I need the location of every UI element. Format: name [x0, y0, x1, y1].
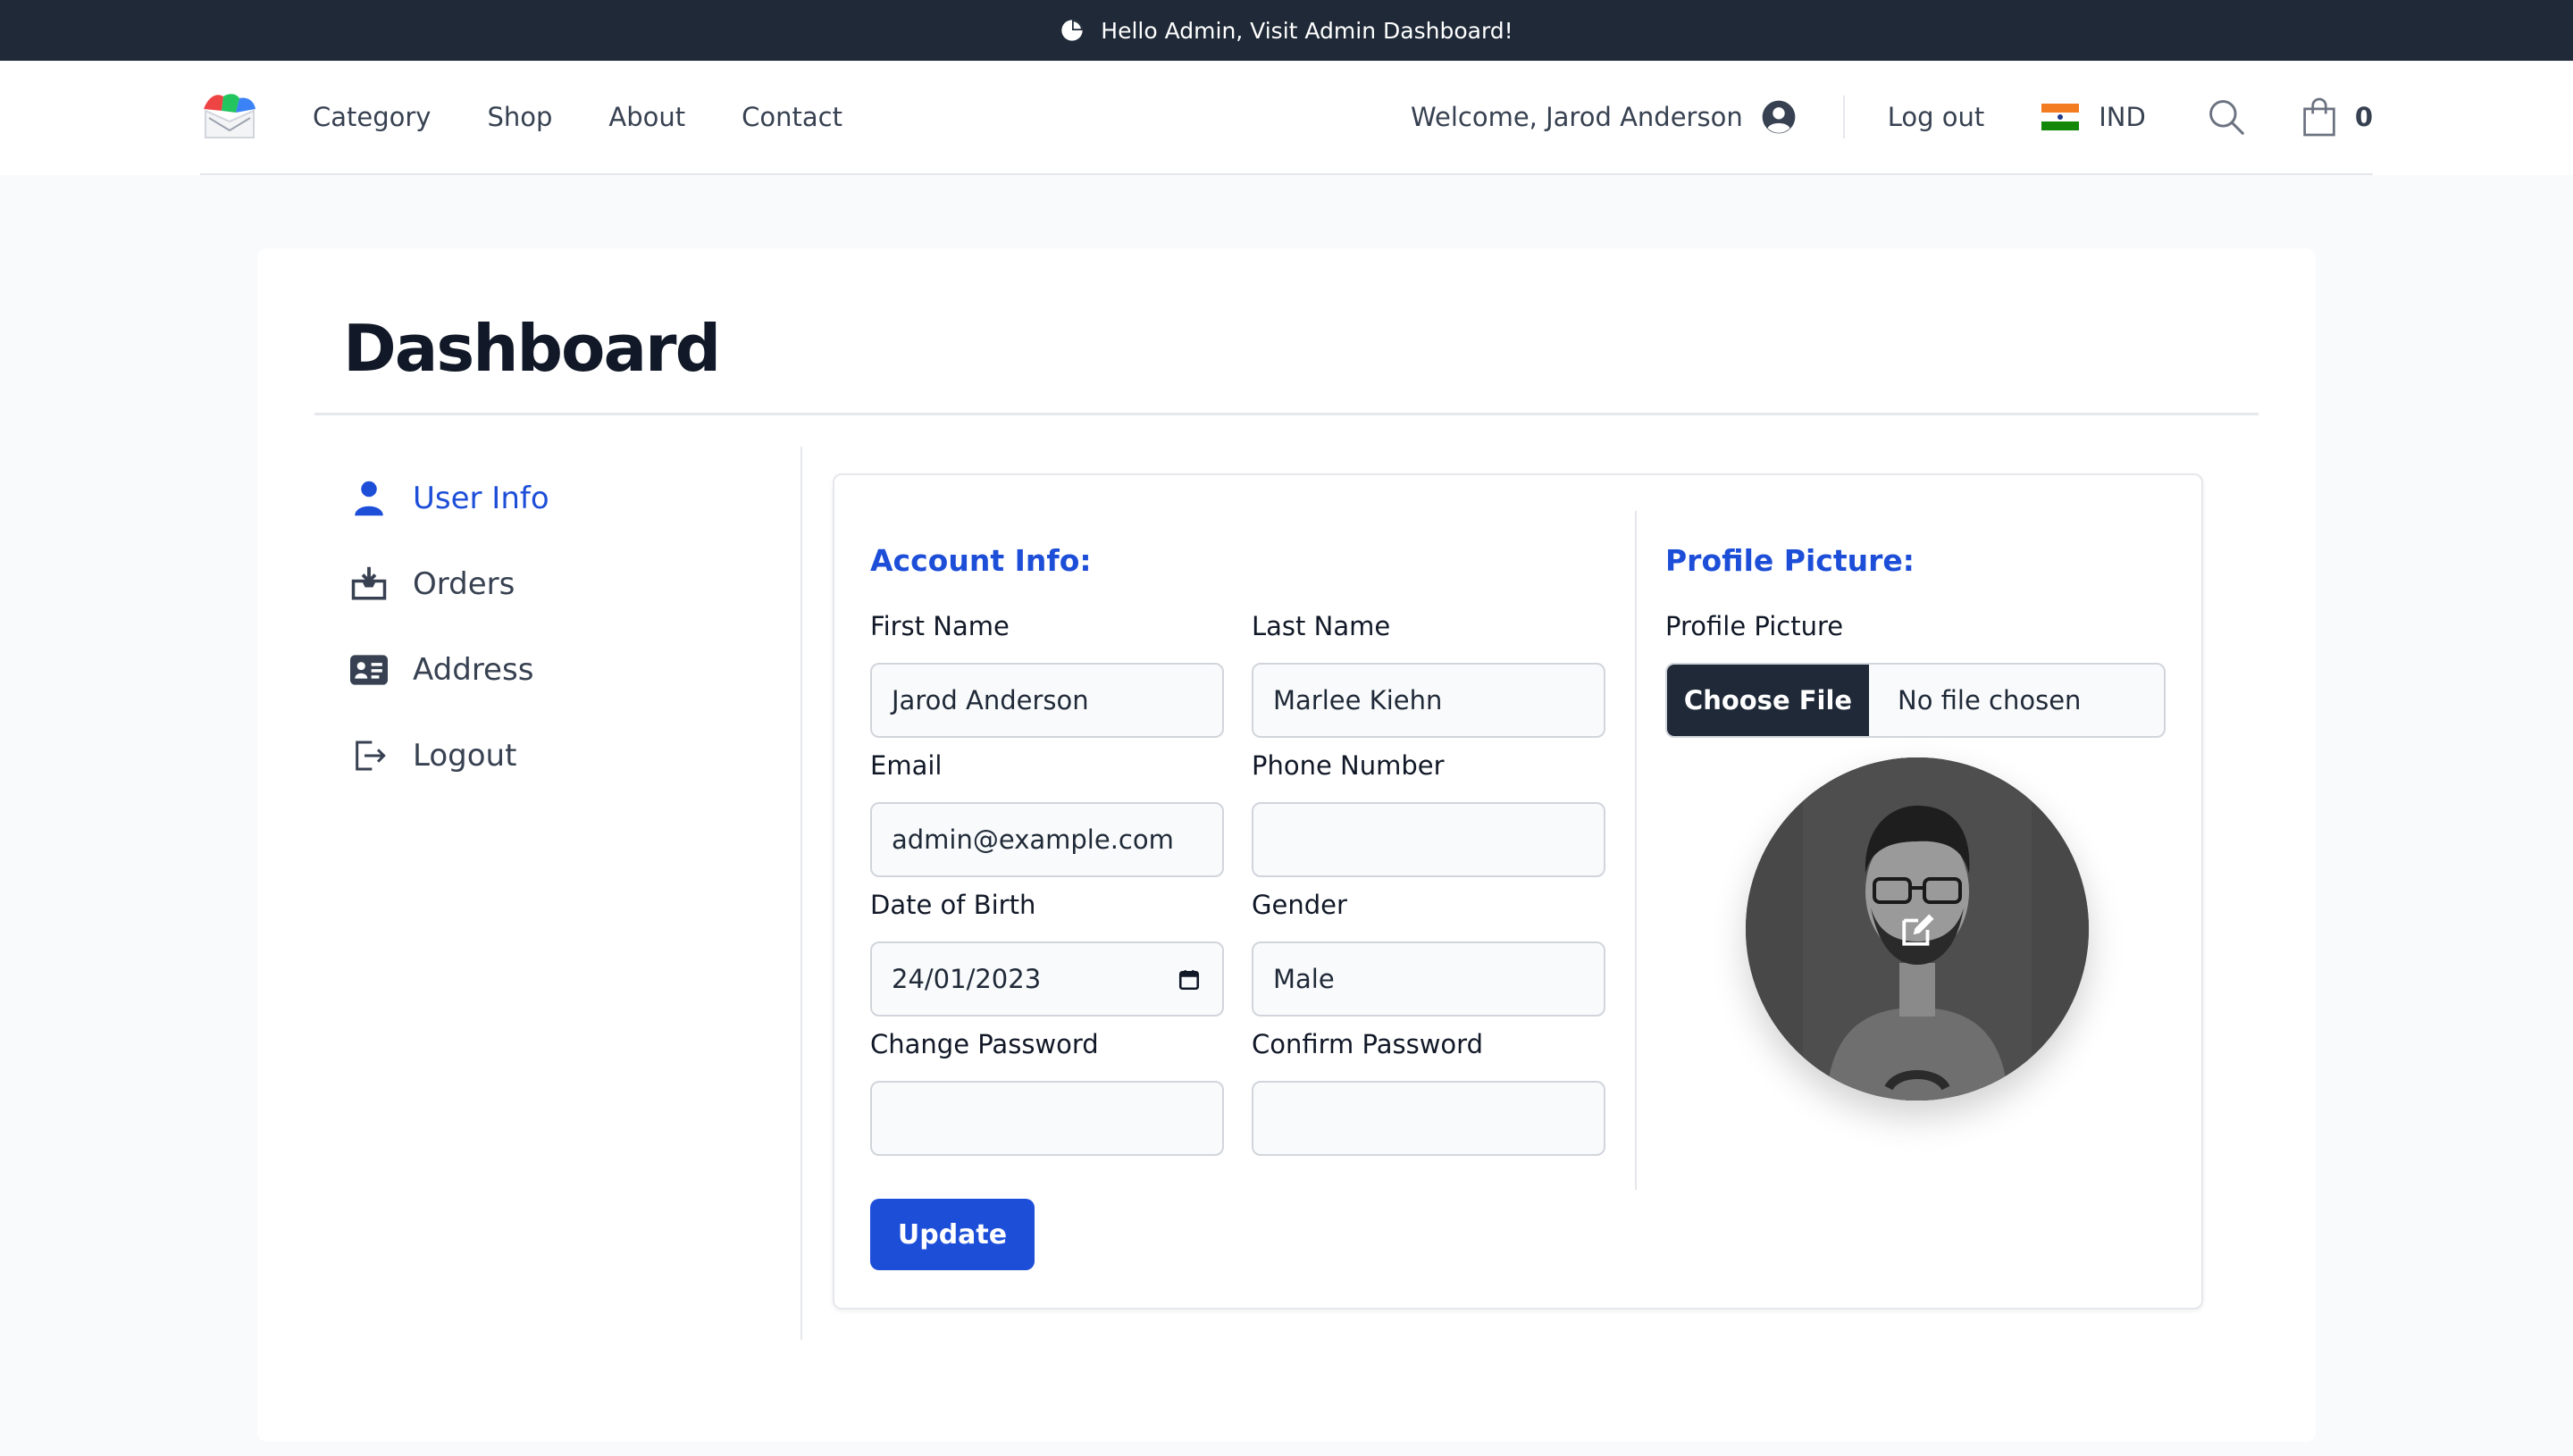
change-password-field[interactable]	[870, 1081, 1224, 1156]
profile-picture-label: Profile Picture	[1665, 611, 1844, 641]
email-field[interactable]: admin@example.com	[870, 802, 1224, 877]
india-flag-icon[interactable]	[2041, 104, 2080, 130]
search-icon[interactable]	[2207, 97, 2246, 137]
user-icon	[350, 480, 388, 517]
sidebar-item-orders[interactable]: Orders	[350, 541, 797, 627]
last-name-label: Last Name	[1252, 611, 1391, 641]
sidebar-divider	[800, 447, 802, 1340]
phone-field[interactable]	[1252, 802, 1605, 877]
confirm-password-field[interactable]	[1252, 1081, 1605, 1156]
profile-avatar[interactable]	[1746, 757, 2089, 1100]
profile-file-input[interactable]: Choose File No file chosen	[1665, 663, 2166, 738]
user-menu[interactable]: Welcome, Jarod Anderson	[1411, 99, 1797, 135]
address-card-icon	[350, 651, 388, 689]
logout-icon	[350, 737, 388, 774]
update-button[interactable]: Update	[870, 1199, 1035, 1270]
sidebar-item-label: Logout	[413, 738, 517, 774]
nav-about[interactable]: About	[608, 102, 685, 132]
sidebar-item-logout[interactable]: Logout	[350, 713, 797, 799]
shopping-bag-icon[interactable]	[2301, 97, 2337, 137]
choose-file-button[interactable]: Choose File	[1667, 665, 1869, 736]
sidebar-item-label: User Info	[413, 481, 549, 516]
cart-count[interactable]: 0	[2355, 102, 2373, 132]
store-logo-icon	[204, 94, 256, 138]
phone-label: Phone Number	[1252, 750, 1445, 781]
nav-contact[interactable]: Contact	[742, 102, 842, 132]
dashboard-sidebar: User Info Orders Address Logout	[350, 456, 797, 799]
gender-field[interactable]: Male	[1252, 941, 1605, 1017]
sidebar-item-user-info[interactable]: User Info	[350, 456, 797, 541]
panel-divider	[1635, 511, 1637, 1190]
edit-icon[interactable]	[1899, 911, 1937, 949]
change-password-label: Change Password	[870, 1029, 1099, 1059]
store-logo[interactable]	[200, 91, 259, 143]
nav-divider	[1842, 96, 1845, 138]
main-navbar: Category Shop About Contact Welcome, Jar…	[0, 61, 2573, 175]
last-name-field[interactable]: Marlee Kiehn	[1252, 663, 1605, 738]
sidebar-item-label: Orders	[413, 566, 515, 602]
calendar-icon[interactable]	[1178, 968, 1201, 992]
page-title: Dashboard	[343, 311, 721, 386]
email-label: Email	[870, 750, 943, 781]
pie-chart-icon	[1061, 20, 1083, 41]
logout-link[interactable]: Log out	[1888, 102, 1985, 132]
nav-shop[interactable]: Shop	[487, 102, 552, 132]
user-info-panel: Account Info: First Name Jarod Anderson …	[833, 473, 2203, 1310]
welcome-text: Welcome, Jarod Anderson	[1411, 102, 1743, 132]
no-file-text: No file chosen	[1898, 685, 2082, 715]
first-name-field[interactable]: Jarod Anderson	[870, 663, 1224, 738]
sidebar-item-address[interactable]: Address	[350, 627, 797, 713]
title-divider	[314, 413, 2259, 415]
dob-label: Date of Birth	[870, 890, 1036, 920]
account-info-title: Account Info:	[870, 543, 1092, 578]
admin-announcement-bar[interactable]: Hello Admin, Visit Admin Dashboard!	[0, 0, 2573, 61]
dashboard-card: Dashboard User Info Orders Address Logou…	[257, 248, 2316, 1442]
first-name-label: First Name	[870, 611, 1010, 641]
inbox-download-icon	[350, 565, 388, 603]
sidebar-item-label: Address	[413, 652, 534, 688]
gender-label: Gender	[1252, 890, 1347, 920]
user-circle-icon	[1762, 100, 1796, 134]
dob-field[interactable]: 24/01/2023	[870, 941, 1224, 1017]
profile-picture-title: Profile Picture:	[1665, 543, 1915, 578]
nav-category[interactable]: Category	[313, 102, 431, 132]
confirm-password-label: Confirm Password	[1252, 1029, 1483, 1059]
announcement-text[interactable]: Hello Admin, Visit Admin Dashboard!	[1101, 18, 1513, 44]
dob-value: 24/01/2023	[892, 964, 1042, 994]
country-code[interactable]: IND	[2099, 102, 2146, 132]
